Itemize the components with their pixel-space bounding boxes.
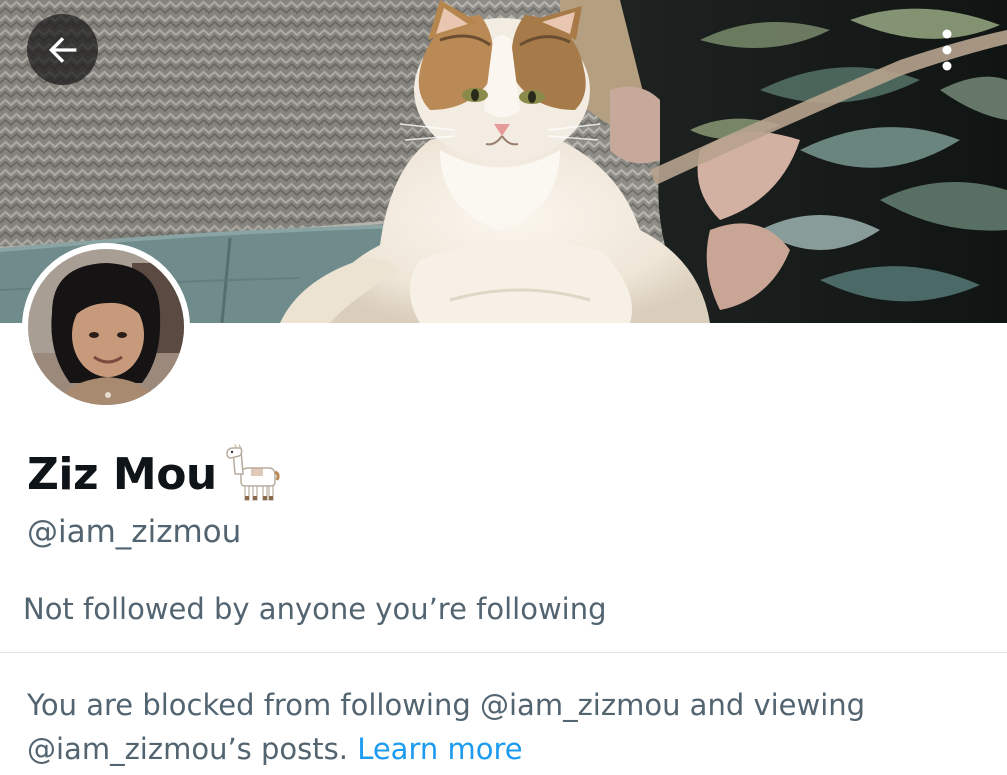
blocked-notice: You are blocked from following @iam_zizm…	[27, 683, 987, 771]
profile-page: Ziz Mou @iam_zizmou Not followed by anyo…	[0, 0, 1007, 775]
followers-you-know-text[interactable]: Not followed by anyone you’re following	[23, 592, 607, 626]
more-options-button[interactable]	[916, 14, 978, 85]
divider	[0, 652, 1007, 653]
arrow-left-icon	[48, 36, 76, 63]
llama-icon	[223, 443, 283, 504]
avatar[interactable]	[22, 243, 190, 411]
vertical-ellipsis-icon	[942, 29, 952, 70]
display-name: Ziz Mou	[27, 448, 217, 500]
display-name-row: Ziz Mou	[27, 442, 283, 506]
learn-more-link[interactable]: Learn more	[357, 732, 522, 766]
user-handle: @iam_zizmou	[27, 514, 242, 550]
avatar-image	[22, 243, 190, 411]
back-button[interactable]	[27, 14, 98, 85]
